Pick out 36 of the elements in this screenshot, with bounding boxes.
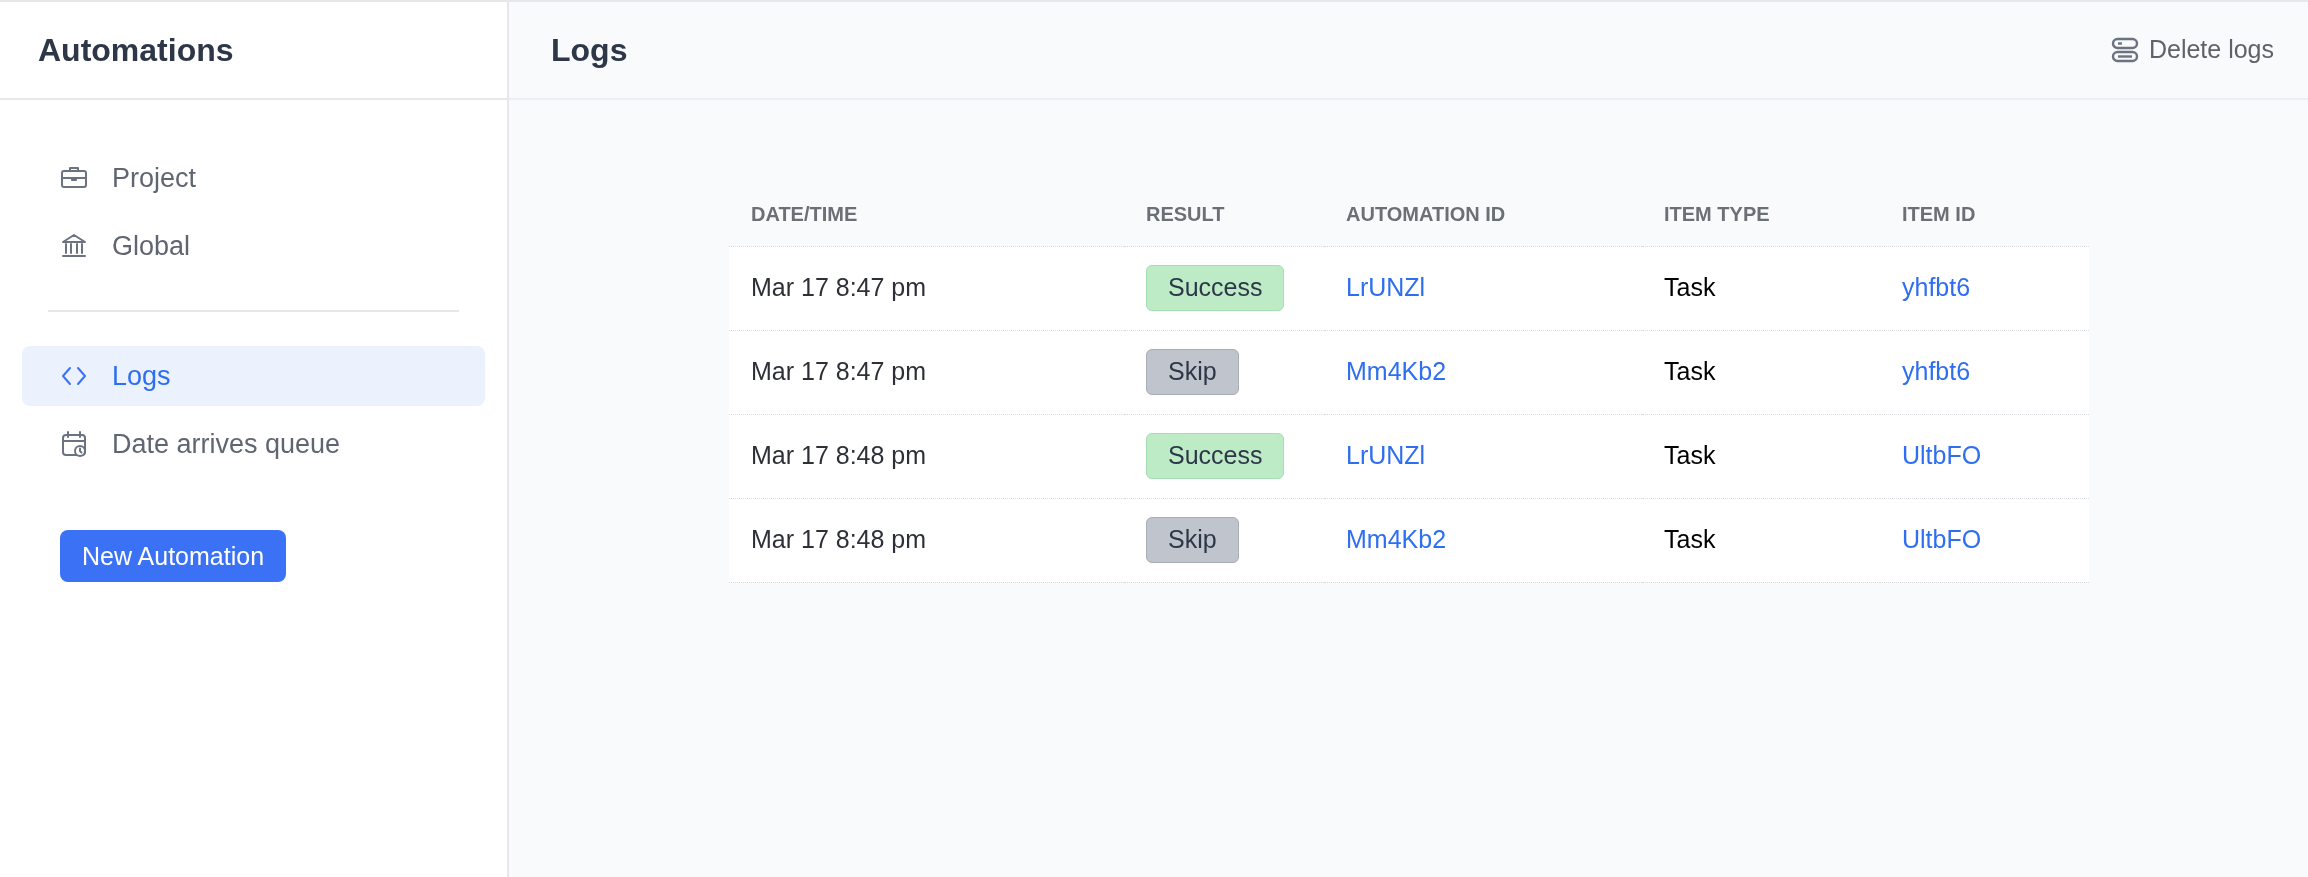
- column-header: DATE/TIME: [729, 182, 1124, 246]
- automation-id-link[interactable]: Mm4Kb2: [1346, 357, 1447, 386]
- toggle-list-icon: [2110, 36, 2139, 64]
- date-time-text: Mar 17 8:47 pm: [751, 273, 927, 302]
- result-badge: Skip: [1146, 349, 1239, 395]
- sidebar-title: Automations: [38, 31, 234, 70]
- column-header: AUTOMATION ID: [1324, 182, 1642, 246]
- result-badge: Success: [1146, 433, 1285, 479]
- result-badge: Skip: [1146, 517, 1239, 563]
- nav-item[interactable]: Global: [22, 216, 485, 276]
- item-id-link[interactable]: UltbFO: [1902, 441, 1982, 470]
- delete-logs-button[interactable]: Delete logs: [2110, 31, 2274, 69]
- item-type-text: Task: [1664, 273, 1716, 302]
- item-id-link[interactable]: yhfbt6: [1902, 273, 1971, 302]
- automation-id-link[interactable]: LrUNZl: [1346, 441, 1426, 470]
- date-time-text: Mar 17 8:47 pm: [751, 357, 927, 386]
- column-header: RESULT: [1124, 182, 1324, 246]
- new-automation-button[interactable]: New Automation: [60, 530, 287, 582]
- item-type-text: Task: [1664, 357, 1716, 386]
- nav-item[interactable]: Date arrives queue: [22, 414, 485, 474]
- automation-id-link[interactable]: LrUNZl: [1346, 273, 1426, 302]
- date-time-text: Mar 17 8:48 pm: [751, 441, 927, 470]
- item-type-text: Task: [1664, 441, 1716, 470]
- nav-item[interactable]: Logs: [22, 346, 485, 406]
- item-id-link[interactable]: yhfbt6: [1902, 357, 1971, 386]
- date-time-text: Mar 17 8:48 pm: [751, 525, 927, 554]
- page-title: Logs: [551, 31, 628, 70]
- automation-id-link[interactable]: Mm4Kb2: [1346, 525, 1447, 554]
- nav-item[interactable]: Project: [22, 148, 485, 208]
- bank-building-icon: [60, 232, 88, 260]
- result-badge: Success: [1146, 265, 1285, 311]
- column-header: ITEM TYPE: [1642, 182, 1880, 246]
- column-header: ITEM ID: [1880, 182, 2089, 246]
- calendar-clock-icon: [60, 430, 88, 458]
- item-id-link[interactable]: UltbFO: [1902, 525, 1982, 554]
- item-type-text: Task: [1664, 525, 1716, 554]
